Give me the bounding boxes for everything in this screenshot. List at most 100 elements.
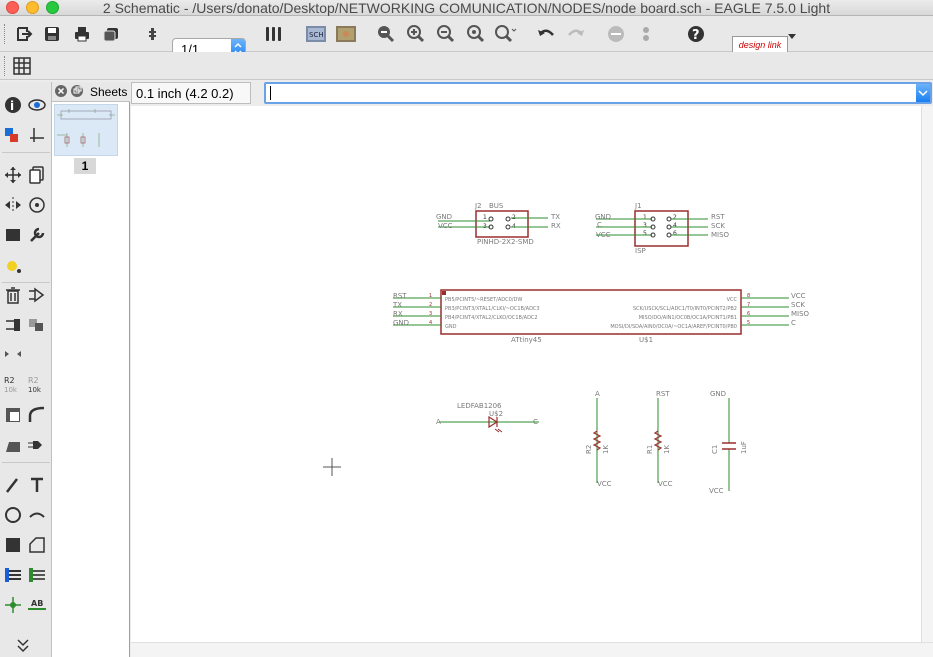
info-icon[interactable]: i <box>2 94 24 116</box>
delete-icon[interactable] <box>2 284 24 306</box>
tool-panel: i R2 10k R2 10k AB <box>0 82 52 657</box>
r1-value: 1K <box>663 445 671 454</box>
mark-icon[interactable] <box>26 124 48 146</box>
help-icon[interactable]: ? <box>684 22 708 46</box>
zoom-out-icon[interactable] <box>434 22 458 46</box>
copy-icon[interactable] <box>26 164 48 186</box>
grid-icon[interactable] <box>10 54 34 78</box>
j1-net-left-3: VCC <box>596 231 611 239</box>
r2-net-bottom: VCC <box>597 480 612 488</box>
chevron-down-icon[interactable] <box>916 84 930 102</box>
j2-name: J2 <box>474 202 482 210</box>
sheet-number[interactable]: 1 <box>74 158 96 174</box>
capacitor-c1[interactable]: GND VCC C1 1uF <box>709 390 748 495</box>
invoke-icon[interactable] <box>26 434 48 456</box>
toolbar-grip[interactable] <box>4 24 7 44</box>
u1-pin-4-label: GND <box>445 324 457 330</box>
tool-separator <box>2 462 50 463</box>
toolbar-grip[interactable] <box>4 56 7 76</box>
script-icon[interactable] <box>140 22 164 46</box>
print-icon[interactable] <box>70 22 94 46</box>
sheet-thumbnail[interactable] <box>54 104 118 156</box>
name-icon[interactable]: R2 10k <box>2 374 24 396</box>
smash-icon[interactable] <box>2 404 24 426</box>
rect-icon[interactable] <box>2 534 24 556</box>
close-icon[interactable] <box>54 84 68 101</box>
show-icon[interactable] <box>26 94 48 116</box>
schematic-canvas[interactable]: J2 BUS PINHD-2X2-SMD 1 2 3 4 GND VCC TX … <box>131 106 921 642</box>
group-icon[interactable] <box>2 224 24 246</box>
save-icon[interactable] <box>40 22 64 46</box>
design-link-label: design link <box>738 40 782 50</box>
rotate-icon[interactable] <box>26 194 48 216</box>
undo-icon[interactable] <box>534 22 558 46</box>
text-icon[interactable] <box>26 474 48 496</box>
r2-name: R2 <box>585 445 593 454</box>
change-icon[interactable] <box>26 224 48 246</box>
zoom-select-icon[interactable] <box>494 22 518 46</box>
horizontal-scrollbar[interactable] <box>131 642 933 657</box>
more-icon[interactable] <box>12 634 34 656</box>
led-u2[interactable]: LEDFAB1206 U$2 A C <box>436 402 539 433</box>
vertical-scrollbar[interactable] <box>921 106 933 642</box>
ulp-icon[interactable] <box>262 22 286 46</box>
polygon-icon[interactable] <box>26 534 48 556</box>
arc-icon[interactable] <box>26 504 48 526</box>
stop-icon[interactable] <box>604 22 628 46</box>
wire-icon[interactable] <box>2 474 24 496</box>
junction-icon[interactable] <box>2 594 24 616</box>
svg-text:AB: AB <box>31 599 43 608</box>
j2-value: BUS <box>489 202 504 210</box>
display-icon[interactable] <box>2 124 24 146</box>
text-cursor <box>270 86 271 100</box>
u1-pin-8-label: VCC <box>727 297 738 303</box>
chip-u1[interactable]: ATtiny45 U$1 1 2 3 4 8 7 6 5 PB5/PCINT5/… <box>392 289 810 344</box>
chevron-down-icon[interactable] <box>786 24 798 48</box>
value-icon[interactable]: R2 10k <box>26 374 48 396</box>
label-icon[interactable]: AB <box>26 594 48 616</box>
svg-text:R2: R2 <box>4 376 15 385</box>
cam-processor-icon[interactable]: SCH <box>304 22 328 46</box>
float-icon[interactable] <box>70 84 84 101</box>
resistor-r1[interactable]: RST VCC R1 1K <box>646 390 673 488</box>
svg-text:10k: 10k <box>4 386 18 394</box>
split-icon[interactable] <box>2 434 24 456</box>
title-bar: 2 Schematic - /Users/donato/Desktop/NETW… <box>0 0 933 16</box>
zoom-in-icon[interactable] <box>404 22 428 46</box>
add-icon[interactable] <box>26 284 48 306</box>
sheets-panel-title: Sheets <box>90 85 128 99</box>
move-icon[interactable] <box>2 164 24 186</box>
gateswap-icon[interactable] <box>2 344 24 366</box>
zoom-redraw-icon[interactable] <box>464 22 488 46</box>
cam-icon[interactable] <box>100 22 124 46</box>
go-icon[interactable] <box>634 22 658 46</box>
zoom-fit-icon[interactable] <box>374 22 398 46</box>
tool-separator <box>2 152 50 153</box>
connector-j1[interactable]: J1 ISP 1 2 3 4 5 6 GND C VCC RST SCK MIS… <box>595 202 730 255</box>
pinswap-icon[interactable] <box>2 314 24 336</box>
j1-name: J1 <box>634 202 642 210</box>
replace-icon[interactable] <box>26 314 48 336</box>
resistor-r2[interactable]: A VCC R2 1K <box>585 390 612 488</box>
j1-pin-5: 5 <box>643 230 647 237</box>
u1-pin-5-label: MOSI/DI/SDA/AIN0/OC0A/~OC1A/AREF/PCINT0/… <box>610 324 737 330</box>
connector-j2[interactable]: J2 BUS PINHD-2X2-SMD 1 2 3 4 GND VCC TX … <box>436 202 561 246</box>
paste-icon[interactable] <box>2 254 24 276</box>
svg-text:SCH: SCH <box>309 31 324 39</box>
coordinate-display: 0.1 inch (4.2 0.2) <box>131 82 251 104</box>
miter-icon[interactable] <box>26 404 48 426</box>
u1-pin-7: 7 <box>747 302 750 308</box>
schematic-drawing[interactable]: J2 BUS PINHD-2X2-SMD 1 2 3 4 GND VCC TX … <box>131 106 921 642</box>
open-icon[interactable] <box>12 22 36 46</box>
j1-pin-2: 2 <box>673 214 677 221</box>
r2-value: 1K <box>602 445 610 454</box>
mirror-icon[interactable] <box>2 194 24 216</box>
net-icon[interactable] <box>26 564 48 586</box>
redo-icon[interactable] <box>564 22 588 46</box>
c1-net-bottom: VCC <box>709 487 724 495</box>
j1-net-right-3: MISO <box>711 231 730 239</box>
command-input[interactable] <box>264 82 932 104</box>
bus-icon[interactable] <box>2 564 24 586</box>
circle-icon[interactable] <box>2 504 24 526</box>
board-icon[interactable] <box>334 22 358 46</box>
